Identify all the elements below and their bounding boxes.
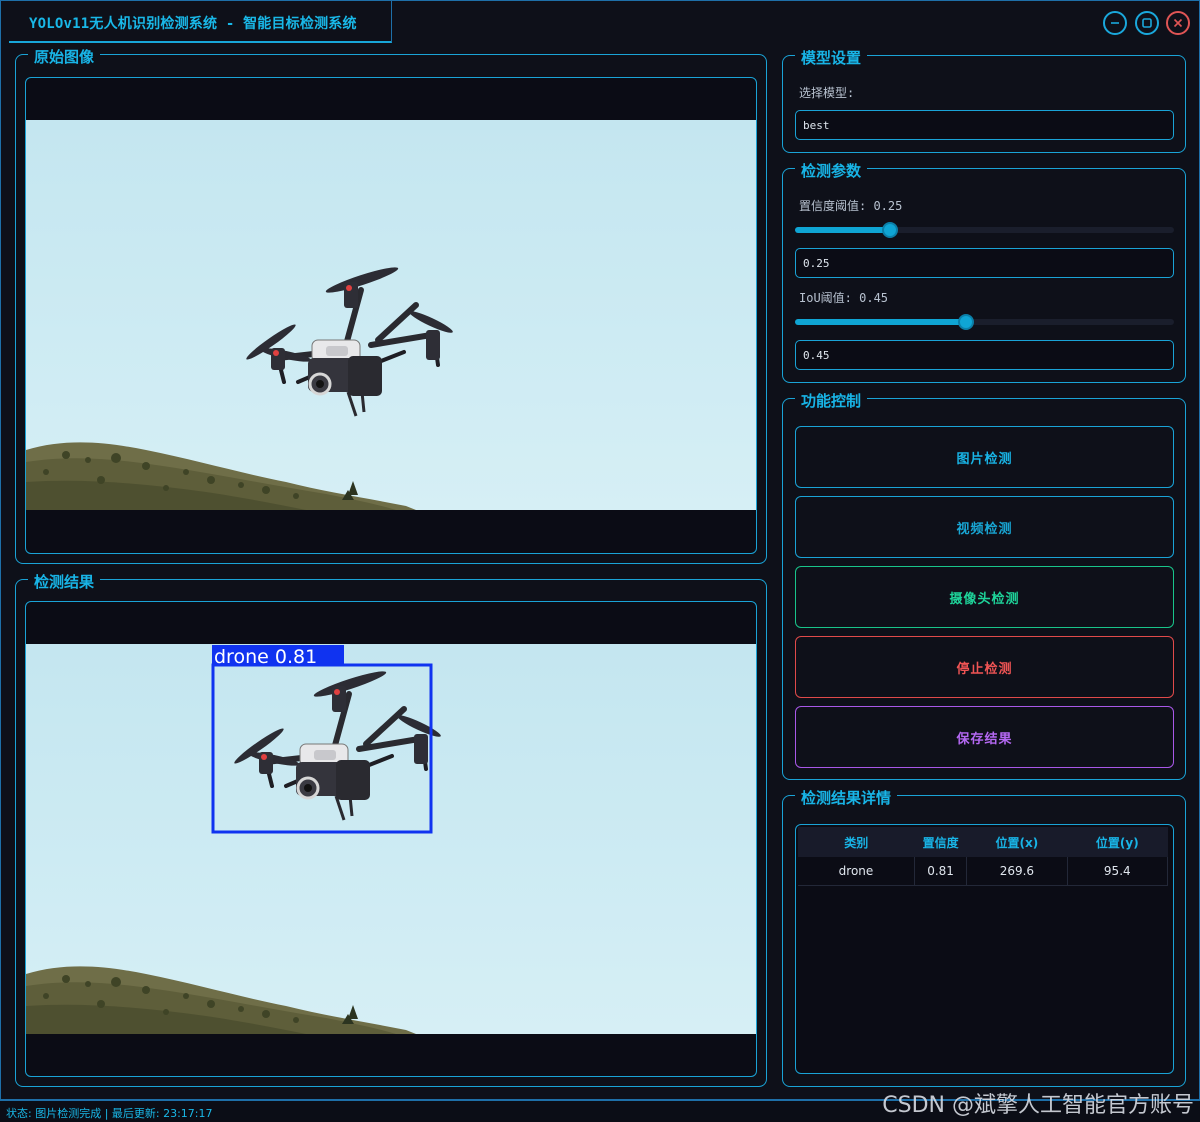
original-image-title: 原始图像 (28, 46, 101, 67)
cell-class: drone (798, 857, 915, 886)
confidence-input[interactable]: 0.25 (795, 248, 1174, 278)
column-header-x[interactable]: 位置(x) (966, 827, 1068, 857)
detection-label: drone 0.81 (214, 646, 317, 668)
iou-slider-fill (795, 319, 966, 325)
status-bar: 状态: 图片检测完成 | 最后更新: 23:17:17 CSDN @斌擎人工智能… (0, 1093, 1200, 1122)
camera-detect-button[interactable]: 摄像头检测 (795, 566, 1174, 628)
result-image-frame: drone 0.81 (25, 601, 757, 1077)
iou-label: IoU阈值: 0.45 (799, 291, 889, 305)
model-settings-title: 模型设置 (795, 47, 868, 68)
column-header-class[interactable]: 类别 (798, 827, 915, 857)
iou-slider[interactable] (795, 314, 1174, 330)
original-image-frame (25, 77, 757, 554)
minimize-icon (1111, 22, 1119, 24)
stop-detect-button[interactable]: 停止检测 (795, 636, 1174, 698)
save-result-button[interactable]: 保存结果 (795, 706, 1174, 768)
image-detect-button[interactable]: 图片检测 (795, 426, 1174, 488)
model-select[interactable]: best (795, 110, 1174, 140)
maximize-button[interactable] (1135, 11, 1159, 35)
iou-slider-handle[interactable] (957, 314, 974, 330)
results-detail-title: 检测结果详情 (795, 787, 898, 808)
window-title: YOLOv11无人机识别检测系统 - 智能目标检测系统 (29, 16, 357, 32)
minimize-button[interactable] (1103, 11, 1127, 35)
detection-params-title: 检测参数 (795, 160, 868, 181)
result-image: drone 0.81 (26, 644, 756, 1034)
maximize-icon (1142, 18, 1152, 28)
video-detect-button[interactable]: 视频检测 (795, 496, 1174, 558)
original-image (26, 120, 756, 510)
column-header-y[interactable]: 位置(y) (1067, 827, 1168, 857)
close-button[interactable] (1166, 11, 1190, 35)
detection-result-title: 检测结果 (28, 571, 101, 592)
cell-confidence: 0.81 (914, 857, 968, 886)
app-window: YOLOv11无人机识别检测系统 - 智能目标检测系统 原始图像 检测结果 dr… (0, 0, 1200, 1100)
cell-x: 269.6 (966, 857, 1068, 886)
table-row[interactable]: drone 0.81 269.6 95.4 (798, 857, 1169, 886)
close-icon (1173, 18, 1183, 28)
status-text: 状态: 图片检测完成 | 最后更新: 23:17:17 (6, 1107, 213, 1120)
title-bar: YOLOv11无人机识别检测系统 - 智能目标检测系统 (1, 1, 1200, 43)
watermark: CSDN @斌擎人工智能官方账号 (882, 1093, 1194, 1118)
confidence-slider-fill (795, 227, 890, 233)
results-table-header: 类别 置信度 位置(x) 位置(y) (798, 827, 1168, 857)
confidence-slider[interactable] (795, 222, 1174, 238)
title-tab: YOLOv11无人机识别检测系统 - 智能目标检测系统 (9, 1, 392, 43)
function-control-title: 功能控制 (795, 390, 868, 411)
results-table: 类别 置信度 位置(x) 位置(y) drone 0.81 269.6 95.4 (798, 827, 1169, 886)
select-model-label: 选择模型: (799, 86, 855, 100)
column-header-confidence[interactable]: 置信度 (914, 827, 967, 857)
iou-input[interactable]: 0.45 (795, 340, 1174, 370)
cell-y: 95.4 (1067, 857, 1169, 886)
confidence-slider-handle[interactable] (881, 222, 898, 238)
confidence-label: 置信度阈值: 0.25 (799, 199, 903, 213)
